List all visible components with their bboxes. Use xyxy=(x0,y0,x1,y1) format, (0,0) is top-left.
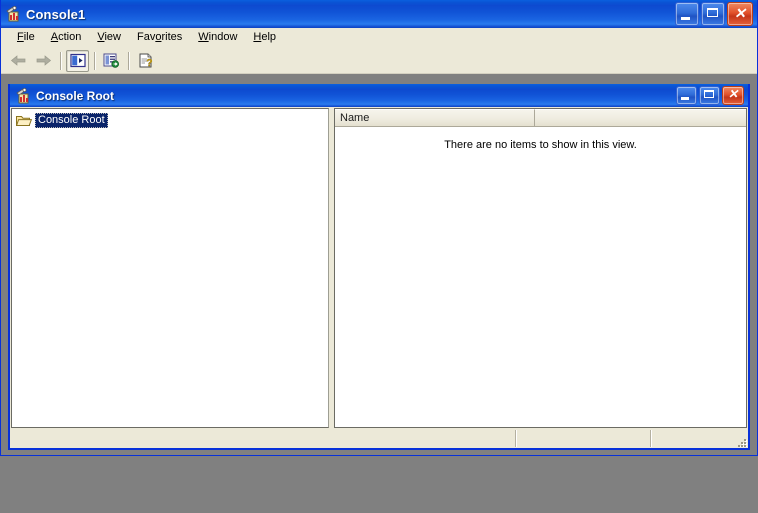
menu-item-file[interactable]: File xyxy=(9,29,43,46)
mmc-console-icon xyxy=(15,87,31,104)
forward-button[interactable] xyxy=(32,50,55,72)
help-button[interactable]: ? xyxy=(134,50,157,72)
svg-text:?: ? xyxy=(146,58,152,68)
help-question-icon: ? xyxy=(139,53,152,68)
tree-item-console-root[interactable]: Console Root xyxy=(15,112,108,129)
child-minimize-button[interactable] xyxy=(676,86,697,105)
resize-grip[interactable] xyxy=(733,434,746,447)
empty-view-message: There are no items to show in this view. xyxy=(444,139,637,151)
menu-item-window[interactable]: Window xyxy=(190,29,245,46)
close-button[interactable]: ✕ xyxy=(727,2,753,26)
list-body[interactable]: There are no items to show in this view. xyxy=(335,127,746,427)
menu-item-action[interactable]: Action xyxy=(43,29,90,46)
console-tree-pane[interactable]: Console Root xyxy=(11,108,329,428)
list-column-header: Name xyxy=(335,109,746,127)
column-header-blank[interactable] xyxy=(535,109,746,126)
open-folder-icon xyxy=(15,114,33,128)
menu-item-help[interactable]: Help xyxy=(245,29,284,46)
menu-bar: File Action View Favorites Window Help xyxy=(1,28,757,48)
child-close-button[interactable]: ✕ xyxy=(722,86,744,105)
console-tree-icon xyxy=(69,53,86,68)
left-arrow-icon xyxy=(10,55,26,66)
mmc-console-icon xyxy=(5,5,21,22)
column-header-name[interactable]: Name xyxy=(335,109,535,126)
back-button[interactable] xyxy=(7,50,30,72)
toolbar-separator-3 xyxy=(128,51,130,70)
main-title-text: Console1 xyxy=(26,6,86,22)
toolbar-separator-2 xyxy=(94,51,96,70)
menu-item-favorites[interactable]: Favorites xyxy=(129,29,190,46)
status-pane-2 xyxy=(517,430,652,447)
menu-item-view[interactable]: View xyxy=(89,29,129,46)
tree-item-label: Console Root xyxy=(35,113,108,128)
main-toolbar: ? xyxy=(1,48,757,74)
status-pane-1 xyxy=(11,430,517,447)
export-list-icon xyxy=(103,53,119,68)
console-panes: Console Root Name There are no items to … xyxy=(10,107,748,428)
child-title-bar: Console Root ✕ xyxy=(10,84,748,107)
show-hide-tree-button[interactable] xyxy=(66,49,89,72)
export-list-button[interactable] xyxy=(100,50,123,72)
console-root-child-window: Console Root ✕ Console Root Name There a… xyxy=(8,84,750,450)
toolbar-separator-1 xyxy=(60,51,62,70)
child-window-buttons: ✕ xyxy=(676,86,744,105)
child-maximize-button[interactable] xyxy=(699,86,720,105)
main-window-buttons: ✕ xyxy=(675,2,753,26)
right-arrow-icon xyxy=(36,55,52,66)
maximize-button[interactable] xyxy=(701,2,725,26)
console-list-pane[interactable]: Name There are no items to show in this … xyxy=(334,108,747,428)
minimize-button[interactable] xyxy=(675,2,699,26)
status-pane-3 xyxy=(652,430,747,447)
child-title-text: Console Root xyxy=(36,88,114,103)
status-bar xyxy=(10,428,748,448)
main-title-bar: Console1 ✕ xyxy=(1,0,757,28)
